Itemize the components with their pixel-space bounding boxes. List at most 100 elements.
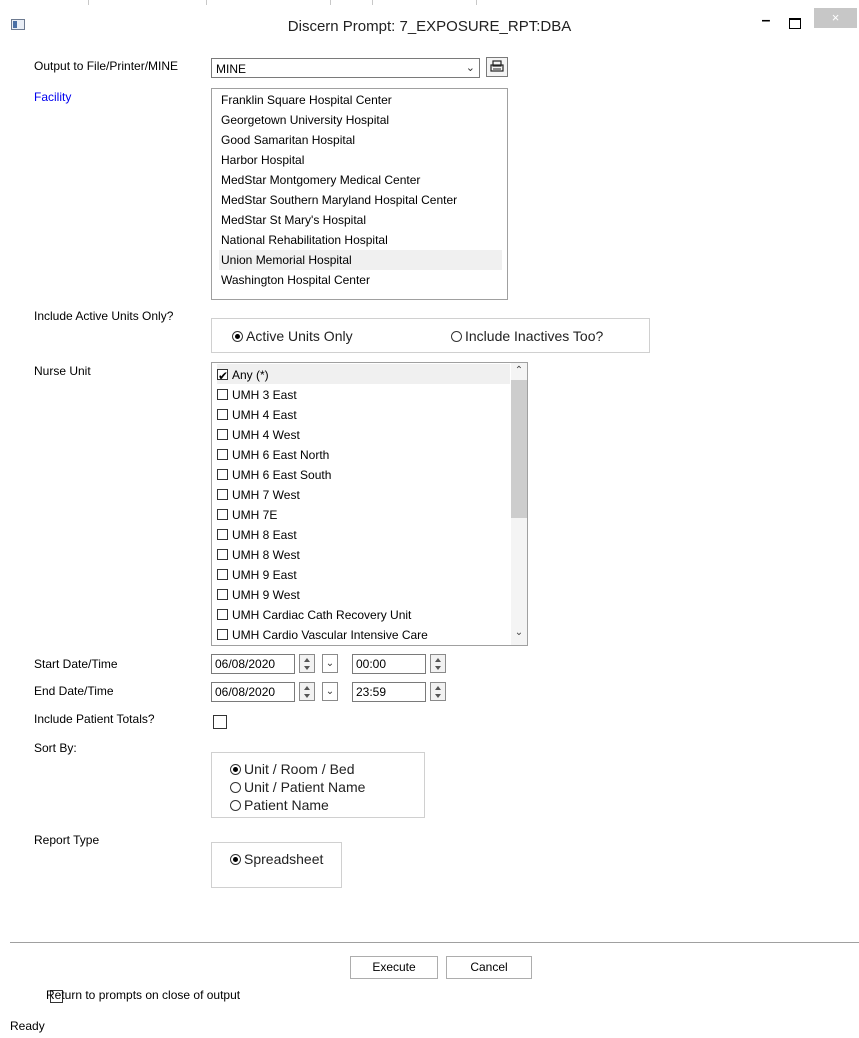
chevron-down-icon: ⌄ bbox=[325, 658, 335, 669]
nurse-unit-list-item[interactable]: UMH Cardio Vascular Intensive Care bbox=[217, 624, 510, 644]
radio-label: Unit / Patient Name bbox=[244, 779, 366, 795]
nurse-unit-list-item[interactable]: UMH 3 East bbox=[217, 384, 510, 404]
nurse-unit-label: Nurse Unit bbox=[34, 364, 91, 378]
return-to-prompts-label: Return to prompts on close of output bbox=[46, 988, 241, 1002]
nurse-unit-list-item[interactable]: UMH 9 East bbox=[217, 564, 510, 584]
facility-list-item[interactable]: Washington Hospital Center bbox=[219, 270, 502, 290]
facility-list-item[interactable]: Georgetown University Hospital bbox=[219, 110, 502, 130]
active-units-label: Include Active Units Only? bbox=[34, 309, 174, 323]
scroll-down-icon[interactable]: ⌄ bbox=[511, 627, 527, 641]
radio-unselected-icon bbox=[451, 330, 462, 342]
sort-unit-patient-name-radio[interactable]: Unit / Patient Name bbox=[230, 779, 365, 795]
facility-list-item[interactable]: MedStar Montgomery Medical Center bbox=[219, 170, 502, 190]
output-value: MINE bbox=[216, 62, 246, 76]
checkbox-icon[interactable] bbox=[217, 449, 228, 461]
chevron-down-icon: ⌄ bbox=[325, 686, 335, 697]
nurse-unit-list-item[interactable]: UMH 6 East South bbox=[217, 464, 510, 484]
nurse-unit-label: UMH 3 East bbox=[232, 387, 297, 402]
nurse-unit-list-item[interactable]: UMH 9 West bbox=[217, 584, 510, 604]
nurse-unit-list-item[interactable]: UMH 4 East bbox=[217, 404, 510, 424]
facility-list-item[interactable]: Good Samaritan Hospital bbox=[219, 130, 502, 150]
nurse-unit-list-item[interactable]: Any (*) bbox=[217, 364, 510, 386]
close-button[interactable]: × bbox=[814, 8, 857, 28]
checkbox-icon[interactable] bbox=[217, 429, 228, 441]
start-time-input[interactable]: 00:00 bbox=[352, 654, 426, 674]
nurse-unit-label: UMH 8 West bbox=[232, 547, 300, 562]
sort-unit-room-bed-radio[interactable]: Unit / Room / Bed bbox=[230, 761, 355, 777]
print-button[interactable] bbox=[486, 57, 508, 77]
minimize-button[interactable]: – bbox=[756, 13, 776, 34]
facility-list-item[interactable]: Franklin Square Hospital Center bbox=[219, 90, 502, 110]
end-date-spinner[interactable] bbox=[299, 682, 315, 701]
start-date-calendar-button[interactable]: ⌄ bbox=[322, 654, 338, 673]
nurse-unit-label: UMH 9 East bbox=[232, 567, 297, 582]
nurse-unit-list-item[interactable]: UMH 8 East bbox=[217, 524, 510, 544]
nurse-scrollbar[interactable]: ⌃ ⌄ bbox=[511, 363, 527, 645]
start-date-spinner[interactable] bbox=[299, 654, 315, 673]
checkbox-icon[interactable] bbox=[217, 549, 228, 561]
nurse-unit-label: Any (*) bbox=[232, 367, 269, 382]
checkbox-icon[interactable] bbox=[217, 589, 228, 601]
maximize-button[interactable] bbox=[789, 18, 801, 29]
facility-listbox[interactable]: Franklin Square Hospital Center Georgetow… bbox=[211, 88, 508, 300]
checkbox-icon[interactable] bbox=[217, 409, 228, 421]
include-inactives-radio[interactable]: Include Inactives Too? bbox=[451, 328, 603, 344]
nurse-unit-list-item[interactable]: UMH Cardiac Cath Recovery Unit bbox=[217, 604, 510, 624]
facility-list-item[interactable]: National Rehabilitation Hospital bbox=[219, 230, 502, 250]
scrollbar-thumb[interactable] bbox=[511, 380, 527, 518]
checkbox-icon[interactable] bbox=[217, 569, 228, 581]
nurse-unit-label: UMH Cardiac Cath Recovery Unit bbox=[232, 607, 412, 622]
patient-totals-label: Include Patient Totals? bbox=[34, 712, 155, 726]
checkbox-checked-icon[interactable] bbox=[217, 366, 228, 386]
nurse-unit-list-item[interactable]: UMH 7 West bbox=[217, 484, 510, 504]
report-spreadsheet-radio[interactable]: Spreadsheet bbox=[230, 851, 323, 867]
radio-selected-icon bbox=[230, 763, 241, 775]
nurse-unit-list-item[interactable]: UMH 6 East North bbox=[217, 444, 510, 464]
nurse-unit-list-item[interactable]: UMH 8 West bbox=[217, 544, 510, 564]
patient-totals-checkbox[interactable] bbox=[213, 714, 227, 729]
nurse-unit-listbox[interactable]: Any (*) UMH 3 East UMH 4 East UMH 4 West UMH… bbox=[211, 362, 528, 646]
facility-list-item[interactable]: Harbor Hospital bbox=[219, 150, 502, 170]
checkbox-icon[interactable] bbox=[217, 509, 228, 521]
end-date-calendar-button[interactable]: ⌄ bbox=[322, 682, 338, 701]
end-datetime-label: End Date/Time bbox=[34, 684, 114, 698]
nurse-unit-label: UMH Cardio Vascular Intensive Care bbox=[232, 627, 428, 642]
radio-label: Spreadsheet bbox=[244, 851, 324, 867]
chevron-down-icon[interactable]: ⌄ bbox=[466, 61, 475, 74]
cancel-button[interactable]: Cancel bbox=[446, 956, 532, 979]
checkbox-icon[interactable] bbox=[217, 489, 228, 501]
end-time-input[interactable]: 23:59 bbox=[352, 682, 426, 702]
facility-list-item[interactable]: Union Memorial Hospital bbox=[219, 250, 502, 270]
printer-icon bbox=[490, 60, 504, 72]
radio-selected-icon bbox=[232, 330, 243, 342]
checkbox-icon[interactable] bbox=[217, 389, 228, 401]
output-combo[interactable]: MINE ⌄ bbox=[211, 58, 480, 78]
active-units-only-radio[interactable]: Active Units Only bbox=[232, 328, 353, 344]
footer-divider bbox=[10, 942, 859, 943]
end-date-input[interactable]: 06/08/2020 bbox=[211, 682, 295, 702]
nurse-unit-label: UMH 6 East South bbox=[232, 467, 332, 482]
scroll-up-icon[interactable]: ⌃ bbox=[511, 365, 527, 379]
nurse-unit-label: UMH 4 West bbox=[232, 427, 300, 442]
start-date-input[interactable]: 06/08/2020 bbox=[211, 654, 295, 674]
checkbox-icon[interactable] bbox=[217, 609, 228, 621]
facility-list-item[interactable]: MedStar Southern Maryland Hospital Cente… bbox=[219, 190, 502, 210]
nurse-unit-label: UMH 6 East North bbox=[232, 447, 330, 462]
checkbox-icon[interactable] bbox=[217, 469, 228, 481]
radio-unselected-icon bbox=[230, 799, 241, 811]
nurse-unit-label: UMH 7 West bbox=[232, 487, 300, 502]
radio-label: Unit / Room / Bed bbox=[244, 761, 355, 777]
nurse-unit-list-item[interactable]: UMH 7E bbox=[217, 504, 510, 524]
sort-by-label: Sort By: bbox=[34, 741, 77, 755]
checkbox-icon[interactable] bbox=[217, 529, 228, 541]
start-time-spinner[interactable] bbox=[430, 654, 446, 673]
nurse-unit-list-item[interactable]: UMH 4 West bbox=[217, 424, 510, 444]
radio-selected-icon bbox=[230, 853, 241, 865]
execute-button[interactable]: Execute bbox=[350, 956, 438, 979]
checkbox-icon[interactable] bbox=[217, 629, 228, 641]
facility-list-item[interactable]: MedStar St Mary's Hospital bbox=[219, 210, 502, 230]
radio-label: Include Inactives Too? bbox=[465, 328, 604, 344]
sort-patient-name-radio[interactable]: Patient Name bbox=[230, 797, 329, 813]
radio-label: Patient Name bbox=[244, 797, 329, 813]
end-time-spinner[interactable] bbox=[430, 682, 446, 701]
